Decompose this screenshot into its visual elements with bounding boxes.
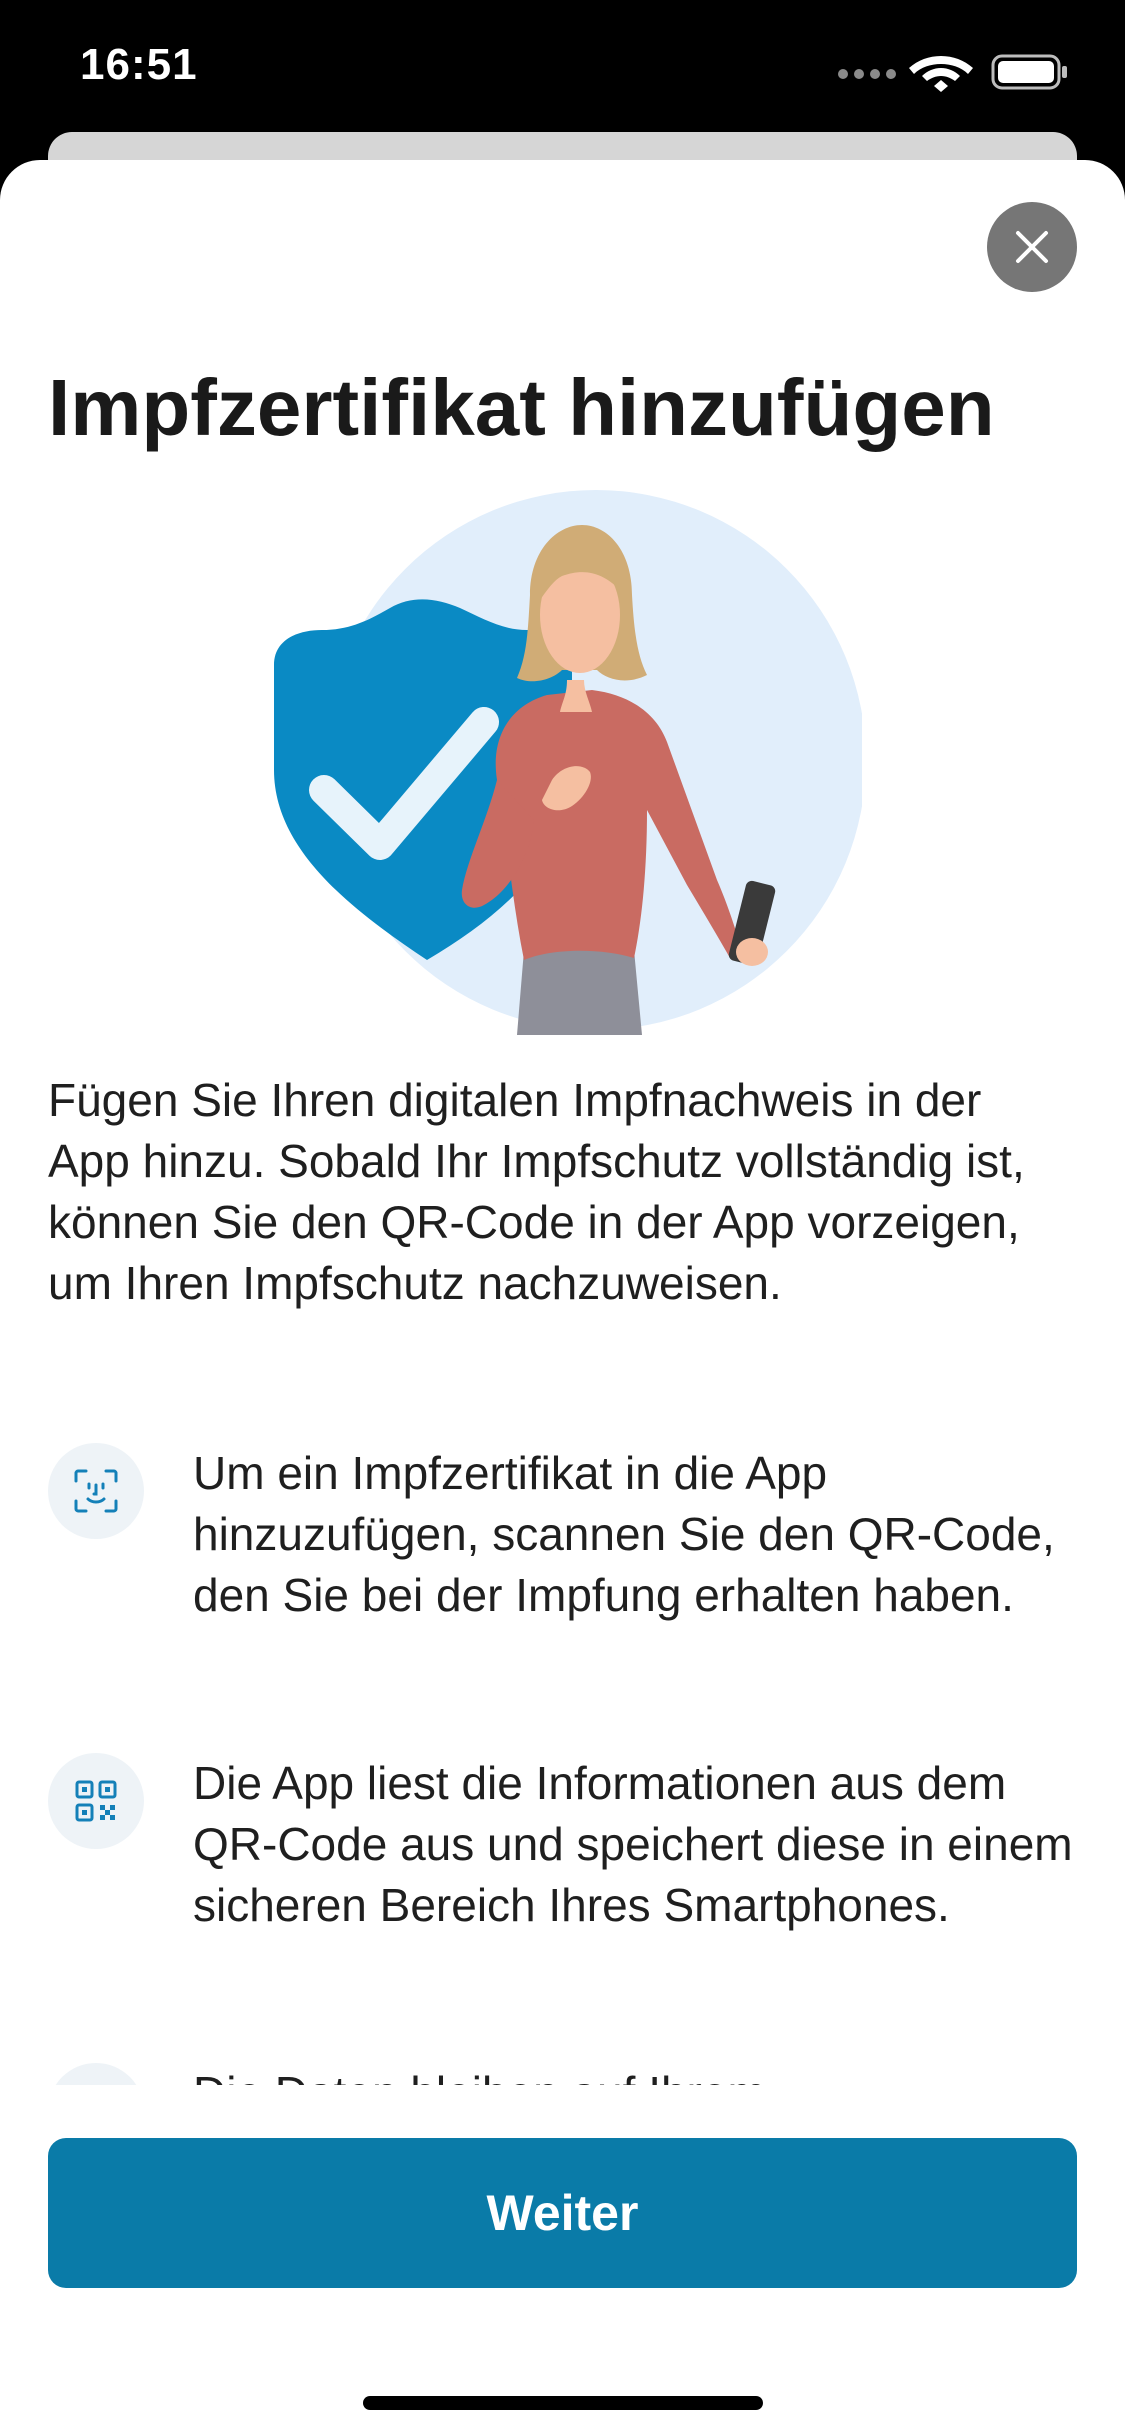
face-scan-icon (74, 1469, 118, 1513)
status-bar: 16:51 (0, 0, 1125, 132)
intro-text: Fügen Sie Ihren digitalen Impfnachweis i… (48, 1074, 1025, 1309)
status-time: 16:51 (80, 40, 198, 89)
status-icons (838, 54, 1067, 92)
modal-sheet: Impfzertifikat hinzufügen Fügen Sie Ihre… (0, 160, 1125, 2436)
info-item-scan: Um ein Impfzertifikat in die App hinzuzu… (48, 1443, 1078, 1693)
continue-button[interactable]: Weiter (48, 2138, 1077, 2288)
battery-icon (991, 54, 1067, 90)
qr-code-icon (75, 1780, 117, 1822)
page-title: Impfzertifikat hinzufügen (48, 363, 995, 452)
close-button[interactable] (987, 202, 1077, 292)
info-text: Um ein Impfzertifikat in die App hinzuzu… (193, 1447, 1055, 1621)
info-item-qr: Die App liest die Informationen aus dem … (48, 1753, 1078, 2003)
illustration-woman-shield (274, 490, 862, 1035)
wifi-icon (909, 56, 973, 92)
close-icon (1016, 231, 1048, 263)
info-icon-circle (48, 1753, 144, 1849)
home-indicator (363, 2396, 763, 2410)
cellular-signal-icon (838, 69, 896, 79)
info-text: Die App liest die Informationen aus dem … (193, 1757, 1073, 1931)
info-icon-circle (48, 1443, 144, 1539)
